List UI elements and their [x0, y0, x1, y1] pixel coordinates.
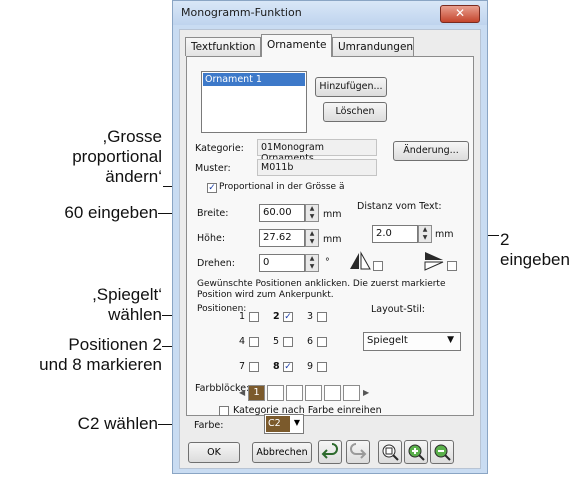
delete-button[interactable]: Löschen — [323, 102, 387, 122]
zoom-in-button[interactable] — [404, 440, 428, 464]
zoom-fit-button[interactable] — [378, 440, 402, 464]
layout-label: Layout-Stil: — [371, 304, 425, 315]
undo-button[interactable] — [318, 440, 342, 464]
breite-stepper[interactable]: ▲ ▼ — [305, 204, 319, 222]
list-item[interactable]: Ornament 1 — [203, 73, 305, 86]
redo-button[interactable] — [346, 440, 370, 464]
muster-value: M011b — [257, 159, 377, 176]
drehen-unit: ° — [325, 257, 330, 268]
position-number: 8 — [273, 361, 280, 372]
breite-input[interactable]: 60.00 — [259, 204, 305, 222]
muster-label: Muster: — [195, 163, 231, 174]
hoehe-input[interactable]: 27.62 — [259, 229, 305, 247]
ornament-list[interactable]: Ornament 1 — [201, 71, 307, 133]
position-number: 6 — [307, 336, 314, 347]
dialog-client: Textfunktion Ornamente Umrandungen Ornam… — [179, 29, 481, 469]
change-button[interactable]: Änderung... — [393, 141, 469, 161]
color-block-1[interactable]: 1 — [248, 385, 265, 401]
ok-button[interactable]: OK — [188, 442, 240, 463]
cancel-button[interactable]: Abbrechen — [252, 442, 312, 463]
zoom-in-icon — [408, 444, 425, 461]
breite-label: Breite: — [197, 208, 229, 219]
kategorie-farbe-checkbox[interactable] — [219, 406, 229, 416]
position-number: 5 — [273, 336, 280, 347]
color-block[interactable] — [324, 385, 341, 401]
kategorie-value: 01Monogram Ornaments — [257, 139, 377, 164]
scroll-left-icon[interactable]: ◀ — [239, 388, 245, 397]
undo-icon — [321, 443, 338, 459]
chevron-down-icon: ▼ — [447, 335, 454, 345]
distanz-stepper[interactable]: ▲ ▼ — [418, 225, 432, 243]
tab-textfunktion[interactable]: Textfunktion — [185, 37, 261, 56]
proportional-label: Proportional in der Grösse ä — [219, 182, 345, 192]
position-checkbox-1[interactable] — [249, 312, 259, 322]
annotation-spiegelt: ,Spiegelt‘ wählen — [92, 285, 162, 324]
position-number: 9 — [307, 361, 314, 372]
annotation-c2: C2 wählen — [77, 414, 158, 433]
position-checkbox-5[interactable] — [283, 337, 293, 347]
position-checkbox-7[interactable] — [249, 362, 259, 372]
positions-hint: Gewünschte Positionen anklicken. Die zue… — [197, 279, 446, 300]
tab-ornamente[interactable]: Ornamente — [261, 34, 332, 57]
annotation-sixty: 60 eingeben — [64, 203, 158, 222]
distanz-unit: mm — [435, 229, 454, 240]
mirror-vertical-icon[interactable] — [423, 251, 445, 271]
breite-unit: mm — [323, 209, 342, 220]
zoom-out-icon — [434, 444, 451, 461]
kategorie-label: Kategorie: — [195, 143, 244, 154]
position-checkbox-3[interactable] — [317, 312, 327, 322]
zoom-out-button[interactable] — [430, 440, 454, 464]
position-checkbox-4[interactable] — [249, 337, 259, 347]
position-checkbox-6[interactable] — [317, 337, 327, 347]
proportional-checkbox[interactable]: ✓ — [207, 183, 217, 193]
position-checkbox-9[interactable] — [317, 362, 327, 372]
position-number: 2 — [273, 311, 280, 322]
close-button[interactable]: ✕ — [440, 5, 480, 23]
farbe-label: Farbe: — [194, 420, 224, 431]
position-number: 3 — [307, 311, 314, 322]
color-block[interactable] — [286, 385, 303, 401]
farbe-select[interactable]: C2 ▼ — [264, 414, 304, 434]
drehen-stepper[interactable]: ▲ ▼ — [305, 254, 319, 272]
add-button[interactable]: Hinzufügen... — [315, 77, 387, 97]
title-bar: Monogramm-Funktion ✕ — [173, 1, 487, 25]
position-checkbox-8[interactable]: ✓ — [283, 362, 293, 372]
position-number: 4 — [239, 336, 246, 347]
monogramm-dialog: Monogramm-Funktion ✕ Textfunktion Orname… — [172, 0, 488, 474]
hoehe-label: Höhe: — [197, 233, 226, 244]
position-number: 7 — [239, 361, 246, 372]
annotation-grosse: ,Grosse proportional ändern‘ — [72, 127, 162, 186]
hoehe-stepper[interactable]: ▲ ▼ — [305, 229, 319, 247]
scroll-right-icon[interactable]: ▶ — [363, 388, 369, 397]
kategorie-farbe-label: Kategorie nach Farbe einreihen — [233, 405, 382, 416]
zoom-fit-icon — [382, 444, 399, 461]
layout-select[interactable]: Spiegelt ▼ — [363, 332, 461, 351]
ornamente-panel: Ornament 1 Hinzufügen... Löschen Kategor… — [186, 56, 474, 416]
layout-select-value: Spiegelt — [367, 335, 408, 346]
annotation-two: 2 eingeben — [500, 230, 570, 269]
mirror-horizontal-checkbox[interactable] — [373, 261, 383, 271]
window-title: Monogramm-Funktion — [181, 6, 302, 19]
tab-umrandungen[interactable]: Umrandungen — [332, 37, 414, 56]
color-block[interactable] — [305, 385, 322, 401]
redo-icon — [350, 443, 367, 459]
farbe-swatch: C2 — [266, 416, 290, 432]
drehen-input[interactable]: 0 — [259, 254, 305, 272]
mirror-vertical-checkbox[interactable] — [447, 261, 457, 271]
color-block[interactable] — [343, 385, 360, 401]
position-number: 1 — [239, 311, 246, 322]
hoehe-unit: mm — [323, 234, 342, 245]
color-block[interactable] — [267, 385, 284, 401]
distanz-label: Distanz vom Text: — [357, 201, 442, 212]
drehen-label: Drehen: — [197, 258, 235, 269]
annotation-positionen: Positionen 2 und 8 markieren — [39, 335, 162, 374]
distanz-input[interactable]: 2.0 — [372, 225, 418, 243]
position-checkbox-2[interactable]: ✓ — [283, 312, 293, 322]
chevron-down-icon: ▼ — [293, 418, 300, 427]
mirror-horizontal-icon[interactable] — [349, 251, 371, 271]
